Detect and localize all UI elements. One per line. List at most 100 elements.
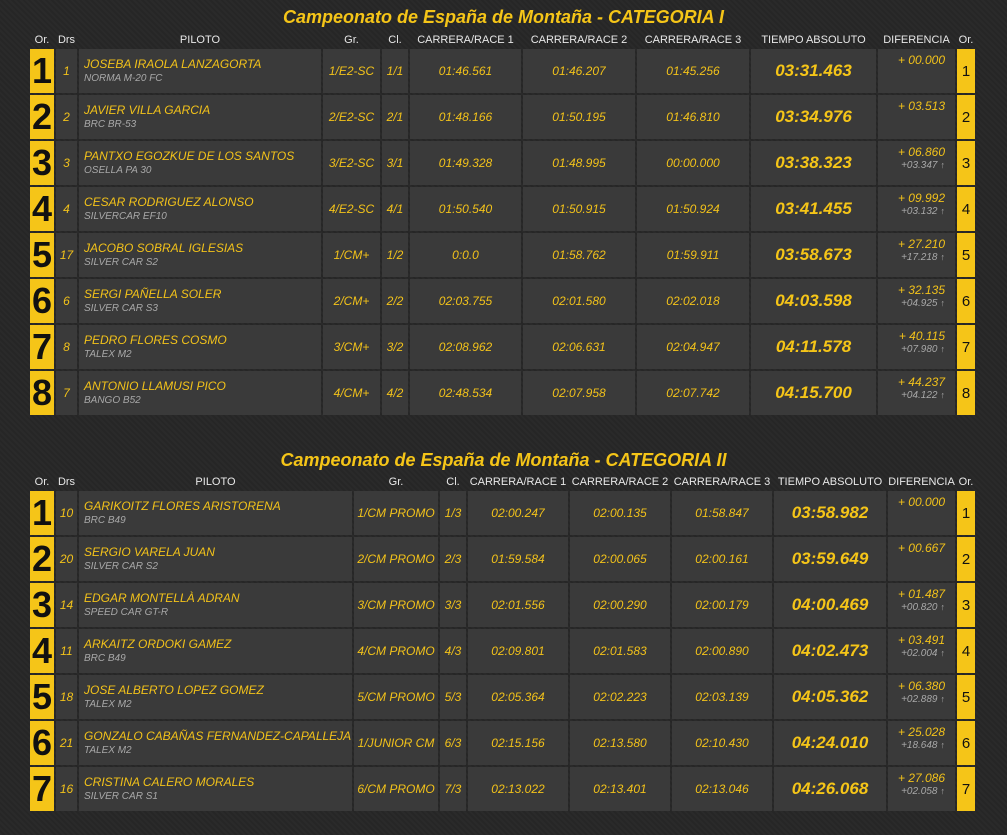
position-badge-right: 7	[957, 325, 975, 369]
col-header-race3: CARRERA/RACE 3	[673, 476, 771, 488]
race-2-time: 02:00.135	[570, 491, 670, 535]
gap-to-previous: +02.058 ↑	[888, 785, 945, 798]
race-1-time: 02:09.801	[468, 629, 568, 673]
race-2-time: 02:02.223	[570, 675, 670, 719]
gap-to-previous-value: +04.925	[901, 298, 938, 309]
position-badge-right: 5	[957, 675, 975, 719]
pilot-car: BRC B49	[84, 515, 126, 526]
pilot-name: ARKAITZ ORDOKI GAMEZ	[84, 637, 232, 651]
race-1-time: 01:59.584	[468, 537, 568, 581]
table-row: 5 18 JOSE ALBERTO LOPEZ GOMEZ TALEX M2 5/CM …	[30, 675, 975, 719]
col-header-or: Or.	[34, 476, 50, 488]
race-1-time: 02:13.022	[468, 767, 568, 811]
col-header-race1: CARRERA/RACE 1	[417, 34, 514, 46]
dorsal-number: 8	[56, 325, 77, 369]
pilot-name: CESAR RODRIGUEZ ALONSO	[84, 195, 254, 209]
pilot-cell: CRISTINA CALERO MORALES SILVER CAR S1	[79, 767, 352, 811]
gap-to-previous-value: +17.218	[901, 252, 938, 263]
dorsal-number: 6	[56, 279, 77, 323]
position-badge: 1	[30, 491, 54, 535]
race-3-time: 02:00.890	[672, 629, 772, 673]
pilot-cell: PANTXO EGOZKUE DE LOS SANTOS OSELLA PA 30	[79, 141, 321, 185]
difference-cell: + 32.135 +04.925 ↑	[878, 279, 955, 323]
col-header-drs: Drs	[57, 34, 76, 46]
arrow-up-icon: ↑	[940, 344, 946, 354]
group-class: 1/JUNIOR CM	[354, 721, 438, 765]
pilot-car: SILVER CAR S3	[84, 303, 158, 314]
arrow-up-icon: ↑	[940, 740, 946, 750]
col-header-gr: Gr.	[388, 476, 404, 488]
difference-cell: + 00.667	[888, 537, 955, 581]
race-2-time: 01:48.995	[523, 141, 635, 185]
group-class: 4/CM+	[323, 371, 380, 415]
gap-to-previous-value: +07.980	[901, 344, 938, 355]
difference-cell: + 01.487 +00.820 ↑	[888, 583, 955, 627]
arrow-up-icon: ↑	[940, 160, 946, 170]
race-2-time: 02:01.583	[570, 629, 670, 673]
group-class: 6/CM PROMO	[354, 767, 438, 811]
absolute-time: 04:02.473	[774, 629, 886, 673]
category-1-title: Campeonato de España de Montaña - CATEGO…	[282, 7, 725, 27]
group-class: 3/CM+	[323, 325, 380, 369]
gap-to-leader: + 00.000	[897, 53, 945, 67]
position-badge-right: 7	[957, 767, 975, 811]
position-badge-right: 2	[957, 537, 975, 581]
pilot-cell: SERGI PAÑELLA SOLER SILVER CAR S3	[79, 279, 321, 323]
race-2-time: 02:13.401	[570, 767, 670, 811]
pilot-name: SERGI PAÑELLA SOLER	[84, 287, 222, 301]
race-3-time: 02:03.139	[672, 675, 772, 719]
gap-to-previous-value: +18.648	[901, 740, 938, 751]
category-2-table: Or. Drs PILOTO Gr. Cl. CARRERA/RACE 1 CA…	[28, 473, 977, 813]
dorsal-number: 17	[56, 233, 77, 277]
table-row: 1 1 JOSEBA IRAOLA LANZAGORTA NORMA M-20 FC 1…	[30, 49, 975, 93]
absolute-time: 04:15.700	[751, 371, 876, 415]
pilot-car: OSELLA PA 30	[84, 165, 152, 176]
class-position: 4/1	[382, 187, 408, 231]
position-badge: 4	[30, 187, 54, 231]
pilot-name: JOSE ALBERTO LOPEZ GOMEZ	[84, 683, 264, 697]
race-1-time: 02:01.556	[468, 583, 568, 627]
table-row: 3 14 EDGAR MONTELLÀ ADRAN SPEED CAR GT-R 3/C…	[30, 583, 975, 627]
position-badge-right: 1	[957, 491, 975, 535]
position-badge: 1	[30, 49, 54, 93]
col-header-diferencia: DIFERENCIA	[888, 476, 955, 488]
race-3-time: 01:46.810	[637, 95, 749, 139]
position-badge-right: 2	[957, 95, 975, 139]
position-badge: 3	[30, 141, 54, 185]
class-position: 2/2	[382, 279, 408, 323]
group-class: 3/CM PROMO	[354, 583, 438, 627]
position-badge: 4	[30, 629, 54, 673]
race-3-time: 00:00.000	[637, 141, 749, 185]
gap-to-previous: +18.648 ↑	[888, 739, 945, 752]
arrow-up-icon: ↑	[940, 252, 946, 262]
category-2-title: Campeonato de España de Montaña - CATEGO…	[280, 450, 727, 470]
col-header-or: Or.	[34, 34, 50, 46]
gap-to-leader: + 03.491	[897, 633, 945, 647]
pilot-name: CRISTINA CALERO MORALES	[84, 775, 255, 789]
table-row: 8 7 ANTONIO LLAMUSI PICO BANGO B52 4/CM+ 4/2 0…	[30, 371, 975, 415]
gap-to-previous	[878, 67, 945, 80]
absolute-time: 03:58.982	[774, 491, 886, 535]
pilot-cell: SERGIO VARELA JUAN SILVER CAR S2	[79, 537, 352, 581]
race-1-time: 02:00.247	[468, 491, 568, 535]
gap-to-leader: + 40.115	[898, 329, 945, 343]
absolute-time: 03:59.649	[774, 537, 886, 581]
difference-cell: + 09.992 +03.132 ↑	[878, 187, 955, 231]
col-header-race3: CARRERA/RACE 3	[644, 34, 742, 46]
category-1-table: Or. Drs PILOTO Gr. Cl. CARRERA/RACE 1 CA…	[28, 31, 977, 417]
group-class: 5/CM PROMO	[354, 675, 438, 719]
gap-to-leader: + 06.380	[897, 679, 945, 693]
col-header-absolute: TIEMPO ABSOLUTO	[761, 34, 866, 46]
race-2-time: 01:50.915	[523, 187, 635, 231]
gap-to-leader: + 01.487	[897, 587, 945, 601]
race-3-time: 02:02.018	[637, 279, 749, 323]
arrow-up-icon: ↑	[940, 786, 946, 796]
gap-to-leader: + 25.028	[897, 725, 945, 739]
pilot-cell: JOSEBA IRAOLA LANZAGORTA NORMA M-20 FC	[79, 49, 321, 93]
pilot-cell: GONZALO CABAÑAS FERNANDEZ-CAPALLEJA TALEX…	[79, 721, 352, 765]
gap-to-leader: + 06.860	[897, 145, 945, 159]
dorsal-number: 10	[56, 491, 77, 535]
race-1-time: 02:05.364	[468, 675, 568, 719]
class-position: 4/3	[440, 629, 466, 673]
absolute-time: 04:00.469	[774, 583, 886, 627]
